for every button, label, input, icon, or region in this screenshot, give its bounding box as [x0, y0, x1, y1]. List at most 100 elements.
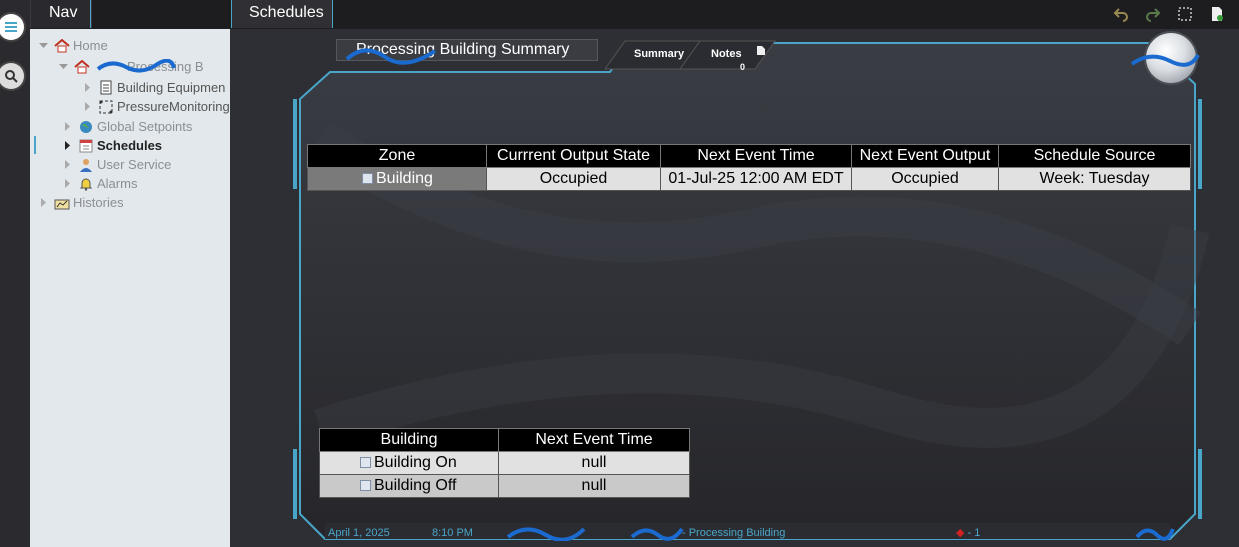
- chevron-right-icon[interactable]: [82, 102, 92, 112]
- redaction-scribble: [630, 523, 684, 546]
- table-cell: Week: Tuesday: [998, 167, 1191, 191]
- summary-tab[interactable]: Summary: [634, 48, 684, 60]
- event-name-cell[interactable]: Building Off: [319, 474, 499, 498]
- column-header: Schedule Source: [998, 144, 1191, 168]
- events-table: Building Next Event Time Building On nul…: [319, 428, 690, 498]
- schedule-icon: [360, 457, 371, 469]
- tab-schedules[interactable]: Schedules: [231, 0, 333, 28]
- tree-item-label: User Service: [97, 157, 172, 172]
- top-tab-bar: Nav Schedules: [30, 0, 1239, 30]
- event-name-cell[interactable]: Building On: [319, 451, 499, 475]
- left-rail: [0, 0, 30, 547]
- table-row[interactable]: Building Occupied 01-Jul-25 12:00 AM EDT…: [307, 167, 1191, 191]
- notes-count: 0: [740, 62, 746, 72]
- event-label: Building Off: [374, 477, 457, 494]
- save-button[interactable]: [1207, 4, 1227, 24]
- chevron-down-icon[interactable]: [38, 41, 48, 51]
- home-icon: [74, 59, 90, 75]
- table-cell: null: [498, 474, 690, 498]
- tab-divider: [90, 0, 91, 28]
- column-header: Next Event Output: [851, 144, 999, 168]
- tree-item-alarms[interactable]: Alarms: [62, 174, 137, 193]
- column-header: Currrent Output State: [486, 144, 661, 168]
- table-cell: null: [498, 451, 690, 475]
- px-graphic-view: Processing Building Summary Summary Note…: [230, 29, 1239, 547]
- note-icon[interactable]: [757, 42, 765, 60]
- tree-item-label: PressureMonitoring: [117, 99, 230, 114]
- tree-item-label: Schedules: [97, 138, 163, 153]
- search-button[interactable]: [0, 63, 24, 89]
- tree-item-pressure-monitoring[interactable]: PressureMonitoring: [82, 97, 230, 116]
- event-label: Building On: [374, 454, 457, 471]
- summary-table-header: Zone Currrent Output State Next Event Ti…: [307, 144, 1191, 168]
- menu-button[interactable]: [0, 14, 24, 40]
- status-time: 8:10 PM: [432, 527, 473, 539]
- summary-table: Zone Currrent Output State Next Event Ti…: [307, 144, 1191, 191]
- alarm-count: - 1: [967, 527, 981, 539]
- redo-button[interactable]: [1143, 4, 1163, 24]
- search-icon: [5, 70, 18, 83]
- chevron-right-icon[interactable]: [38, 198, 48, 208]
- column-header: Zone: [307, 144, 487, 168]
- select-button[interactable]: [1175, 4, 1195, 24]
- tree-item-label: Building Equipmen: [117, 80, 226, 95]
- table-row[interactable]: Building On null: [319, 451, 690, 475]
- chevron-right-icon[interactable]: [62, 179, 72, 189]
- redaction-scribble: [345, 41, 440, 70]
- tree-item-label: Alarms: [97, 176, 138, 191]
- chevron-right-icon[interactable]: [62, 160, 72, 170]
- chevron-right-icon[interactable]: [62, 141, 72, 151]
- redo-icon: [1146, 8, 1161, 22]
- alarm-indicator[interactable]: ◆ - 1: [956, 526, 980, 540]
- alarm-dot-icon: ◆: [956, 527, 965, 539]
- tree-item-home[interactable]: Home: [38, 36, 108, 55]
- tab-nav-label: Nav: [49, 4, 78, 21]
- tree-item-label: Global Setpoints: [97, 119, 193, 134]
- table-row[interactable]: Building Off null: [319, 474, 690, 498]
- tab-schedules-label: Schedules: [249, 4, 324, 21]
- redaction-scribble: [96, 58, 176, 78]
- table-cell: Occupied: [486, 167, 661, 191]
- column-header: Next Event Time: [660, 144, 852, 168]
- tree-item-user-service[interactable]: User Service: [62, 155, 171, 174]
- undo-button[interactable]: [1111, 4, 1131, 24]
- status-location: - Processing Building: [682, 527, 786, 539]
- globe-icon: [78, 119, 94, 135]
- selected-indicator: [34, 136, 36, 154]
- schedule-icon: [360, 480, 371, 492]
- tree-item-schedules[interactable]: Schedules: [62, 136, 162, 155]
- nav-tree-pane: Home Processing B Building Equipmen Pres…: [30, 29, 230, 547]
- redaction-scribble: [1130, 49, 1200, 74]
- toolbar: [1111, 4, 1227, 24]
- chevron-down-icon[interactable]: [58, 62, 68, 72]
- zone-cell[interactable]: Building: [307, 167, 487, 191]
- network-icon: [98, 99, 114, 115]
- table-cell: Occupied: [851, 167, 999, 191]
- column-header: Next Event Time: [498, 428, 690, 452]
- status-date: April 1, 2025: [328, 527, 390, 539]
- marquee-select-icon: [1178, 7, 1192, 21]
- calendar-icon: [78, 138, 94, 154]
- user-icon: [78, 157, 94, 173]
- document-icon: [98, 80, 114, 96]
- hamburger-icon: [5, 22, 17, 32]
- table-cell: 01-Jul-25 12:00 AM EDT: [660, 167, 852, 191]
- redaction-scribble: [506, 521, 586, 546]
- zone-label: Building: [376, 170, 433, 187]
- save-doc-icon: [1212, 7, 1223, 21]
- notes-tab[interactable]: Notes: [711, 48, 742, 60]
- tree-item-histories[interactable]: Histories: [38, 193, 124, 212]
- chevron-right-icon[interactable]: [82, 83, 92, 93]
- home-icon: [54, 38, 70, 54]
- redaction-scribble: [1135, 523, 1175, 546]
- chevron-right-icon[interactable]: [62, 122, 72, 132]
- column-header: Building: [319, 428, 499, 452]
- tree-item-global-setpoints[interactable]: Global Setpoints: [62, 117, 192, 136]
- tab-nav[interactable]: Nav: [30, 0, 92, 28]
- bell-icon: [78, 176, 94, 192]
- events-table-header: Building Next Event Time: [319, 428, 690, 452]
- histories-icon: [54, 195, 70, 211]
- schedule-icon: [362, 173, 373, 185]
- tree-item-building-equipment[interactable]: Building Equipmen: [82, 78, 225, 97]
- undo-icon: [1113, 8, 1128, 22]
